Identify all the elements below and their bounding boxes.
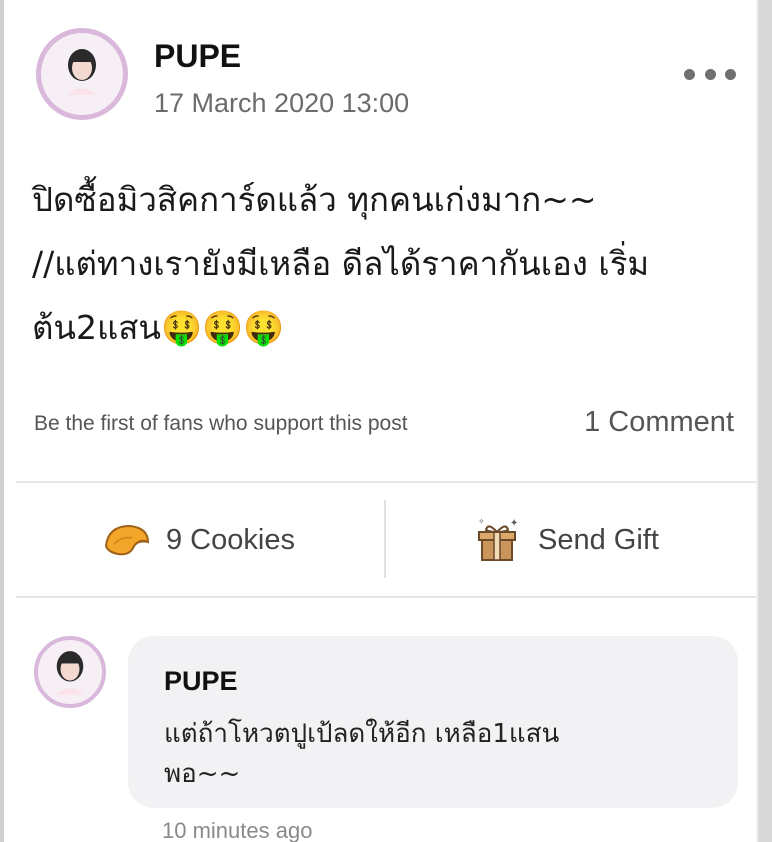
comment-author-name[interactable]: PUPE bbox=[164, 666, 238, 697]
frame-edge-left bbox=[0, 0, 4, 842]
more-options-button[interactable] bbox=[684, 64, 736, 84]
action-separator bbox=[384, 500, 386, 578]
svg-text:✦: ✦ bbox=[510, 518, 518, 529]
author-avatar[interactable] bbox=[36, 28, 128, 120]
avatar-portrait bbox=[67, 49, 97, 95]
support-prompt[interactable]: Be the first of fans who support this po… bbox=[34, 412, 408, 436]
comment-bubble: PUPE แต่ถ้าโหวตปูเป้ลดให้อีก เหลือ1แสน พ… bbox=[128, 636, 738, 808]
commenter-avatar[interactable] bbox=[34, 636, 106, 708]
divider bbox=[16, 596, 756, 598]
send-gift-button[interactable]: ✦ ✧ Send Gift bbox=[472, 510, 659, 570]
divider bbox=[16, 481, 756, 483]
more-icon-dot bbox=[704, 68, 716, 80]
comment-count-link[interactable]: 1 Comment bbox=[584, 406, 734, 439]
more-icon bbox=[684, 68, 695, 80]
post-body-text: ปิดซื้อมิวสิคการ์ดแล้ว ทุกคนเก่งมาก~~ //… bbox=[32, 180, 650, 347]
post-timestamp: 17 March 2020 13:00 bbox=[154, 88, 410, 118]
svg-text:✧: ✧ bbox=[478, 517, 485, 526]
comment-timestamp: 10 minutes ago bbox=[162, 818, 313, 842]
post-header: PUPE 17 March 2020 13:00 bbox=[36, 28, 746, 128]
post-author-name[interactable]: PUPE bbox=[154, 38, 241, 75]
fortune-cookie-icon bbox=[104, 524, 150, 556]
more-icon-dot bbox=[725, 68, 736, 80]
cookies-label: 9 Cookies bbox=[166, 523, 295, 556]
comment-text: แต่ถ้าโหวตปูเป้ลดให้อีก เหลือ1แสน พอ~~ bbox=[164, 719, 560, 789]
avatar-portrait bbox=[55, 651, 85, 695]
frame-edge-right bbox=[758, 0, 772, 842]
gift-icon: ✦ ✧ bbox=[478, 517, 518, 561]
send-gift-label: Send Gift bbox=[538, 523, 659, 556]
engagement-row: Be the first of fans who support this po… bbox=[34, 406, 734, 442]
cookies-button[interactable]: 9 Cookies bbox=[100, 510, 295, 570]
